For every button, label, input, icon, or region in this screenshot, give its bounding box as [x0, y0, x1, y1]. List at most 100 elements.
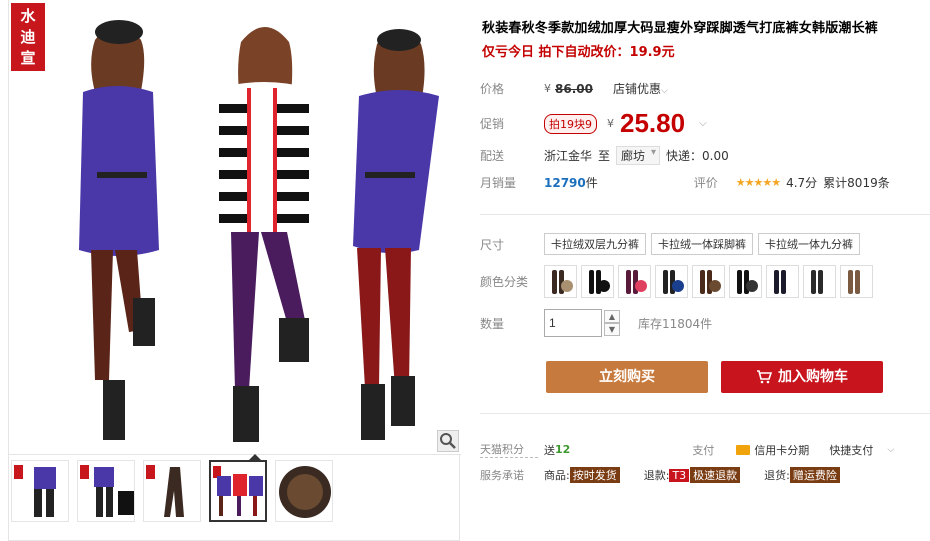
refund-tag[interactable]: 极速退款 — [690, 467, 741, 483]
t3-badge: T3 — [669, 468, 690, 482]
shipping-row: 配送 浙江金华 至 廊坊 快递：0.00 — [480, 146, 729, 165]
stock-count: 库存11804件 — [638, 316, 713, 331]
zoom-icon[interactable] — [437, 430, 459, 452]
swatch-leg — [848, 270, 853, 294]
promo-price: 25.80 — [620, 108, 686, 138]
product-info-panel: 秋装春秋冬季款加绒加厚大码显瘦外穿踩脚透气打底裤女韩版潮长裤 仅亏今日 拍下自动… — [470, 0, 930, 541]
monthly-sales-count: 12790 — [544, 175, 586, 190]
rating-stars: ★★★★★ — [735, 176, 781, 189]
color-swatch[interactable] — [729, 265, 762, 298]
quick-pay[interactable]: 快捷支付 — [829, 442, 873, 458]
service-label: 服务承诺 — [480, 469, 524, 482]
size-option[interactable]: 卡拉绒一体踩脚裤 — [651, 233, 753, 255]
promo-headline: 仅亏今日 拍下自动改价：19.9元 — [482, 45, 675, 60]
ship-to-word: 至 — [598, 149, 611, 163]
chevron-down-icon[interactable]: ⌵ — [699, 118, 707, 129]
rating-label: 评价 — [693, 176, 718, 190]
swatch-leg — [700, 270, 705, 294]
return-label: 退货: — [764, 469, 790, 482]
swatch-fabric-sample — [672, 280, 684, 292]
sales-unit: 件 — [585, 176, 598, 190]
destination-select[interactable]: 廊坊 — [616, 146, 661, 165]
size-row: 尺寸 卡拉绒双层九分裤 卡拉绒一体踩脚裤 卡拉绒一体九分裤 — [480, 233, 865, 255]
color-swatch[interactable] — [692, 265, 725, 298]
shipping-fee: 快递：0.00 — [666, 149, 729, 163]
size-option[interactable]: 卡拉绒一体九分裤 — [758, 233, 860, 255]
buy-now-button[interactable]: 立刻购买 — [546, 361, 708, 393]
sales-row: 月销量 12790 件 评价 ★★★★★ 4.7分 累计8019条 — [480, 174, 890, 191]
divider — [480, 214, 930, 215]
product-gallery: 水 迪 宣 — [8, 0, 461, 541]
color-swatch[interactable] — [803, 265, 836, 298]
models-illustration — [79, 20, 439, 442]
credit-card-installment[interactable]: 信用卡分期 — [754, 442, 809, 458]
swatch-leg — [818, 270, 823, 294]
original-price: 86.00 — [555, 81, 593, 96]
points-value: 12 — [555, 443, 571, 456]
product-title: 秋装春秋冬季款加绒加厚大码显瘦外穿踩脚透气打底裤女韩版潮长裤 — [482, 21, 879, 36]
swatch-leg — [781, 270, 786, 294]
color-swatch[interactable] — [766, 265, 799, 298]
price-box: 价格 ¥ 86.00 店铺优惠⌵ 促销 拍19块9 ¥ 25.80 ⌵ 配送 浙… — [480, 66, 930, 200]
swatch-fabric-sample — [746, 280, 758, 292]
swatch-leg — [626, 270, 631, 294]
review-count[interactable]: 累计8019条 — [823, 174, 890, 191]
swatch-fabric-sample — [709, 280, 721, 292]
quantity-stepper: ▲ ▼ — [604, 310, 620, 336]
thumbnail-2[interactable] — [77, 460, 135, 522]
thumbnail-5[interactable] — [275, 460, 333, 522]
swatch-fabric-sample — [598, 280, 610, 292]
pay-label: 支付 — [692, 443, 715, 457]
price-row: 价格 ¥ 86.00 店铺优惠⌵ — [480, 80, 668, 97]
increment-button[interactable]: ▲ — [604, 310, 620, 323]
chevron-down-icon: ⌵ — [660, 86, 668, 96]
swatch-leg — [552, 270, 557, 294]
quantity-label: 数量 — [480, 316, 505, 331]
color-swatch-list — [544, 265, 873, 298]
rating-score: 4.7分 — [786, 176, 818, 190]
swatch-leg — [663, 270, 668, 294]
shop-promo-dropdown[interactable]: 店铺优惠⌵ — [613, 80, 668, 97]
color-label: 颜色分类 — [480, 275, 529, 289]
color-row: 颜色分类 — [480, 265, 873, 298]
promo-label: 促销 — [480, 117, 505, 131]
refund-label: 退款: — [643, 469, 670, 482]
promo-tag: 拍19块9 — [544, 113, 597, 134]
size-label: 尺寸 — [480, 237, 505, 252]
size-option[interactable]: 卡拉绒双层九分裤 — [544, 233, 646, 255]
main-product-image[interactable]: 水 迪 宣 — [9, 0, 461, 455]
swatch-leg — [811, 270, 816, 294]
swatch-leg — [589, 270, 594, 294]
points-pay-row: 天猫积分 送 12 支付 信用卡分期 快捷支付 ⌵ — [480, 441, 894, 458]
currency-symbol: ¥ — [607, 117, 614, 130]
thumbnail-strip — [11, 460, 333, 522]
swatch-leg — [855, 270, 860, 294]
decrement-button[interactable]: ▼ — [604, 323, 620, 336]
color-swatch[interactable] — [618, 265, 651, 298]
thumbnail-4[interactable] — [209, 460, 267, 522]
swatch-leg — [774, 270, 779, 294]
thumbnail-1[interactable] — [11, 460, 69, 522]
divider — [480, 413, 930, 414]
swatch-fabric-sample — [561, 280, 573, 292]
quantity-input[interactable] — [544, 309, 602, 337]
color-swatch[interactable] — [840, 265, 873, 298]
ship-from: 浙江金华 — [544, 149, 593, 163]
chevron-down-icon[interactable]: ⌵ — [887, 445, 894, 455]
cart-icon — [757, 370, 772, 384]
points-prefix: 送 — [544, 443, 555, 457]
goods-tag[interactable]: 按时发货 — [569, 467, 620, 483]
service-row: 服务承诺 商品: 按时发货 退款: T3 极速退款 退货: 赠运费险 — [480, 467, 840, 483]
thumbnail-3[interactable] — [143, 460, 201, 522]
goods-label: 商品: — [544, 469, 570, 482]
quantity-row: 数量 ▲ ▼ 库存11804件 — [480, 309, 712, 337]
color-swatch[interactable] — [544, 265, 577, 298]
brand-logo: 水 迪 宣 — [11, 3, 45, 71]
points-label[interactable]: 天猫积分 — [480, 441, 538, 458]
add-to-cart-button[interactable]: 加入购物车 — [721, 361, 883, 393]
swatch-fabric-sample — [635, 280, 647, 292]
color-swatch[interactable] — [581, 265, 614, 298]
monthly-sales-label: 月销量 — [480, 176, 517, 190]
color-swatch[interactable] — [655, 265, 688, 298]
return-tag[interactable]: 赠运费险 — [789, 467, 840, 483]
